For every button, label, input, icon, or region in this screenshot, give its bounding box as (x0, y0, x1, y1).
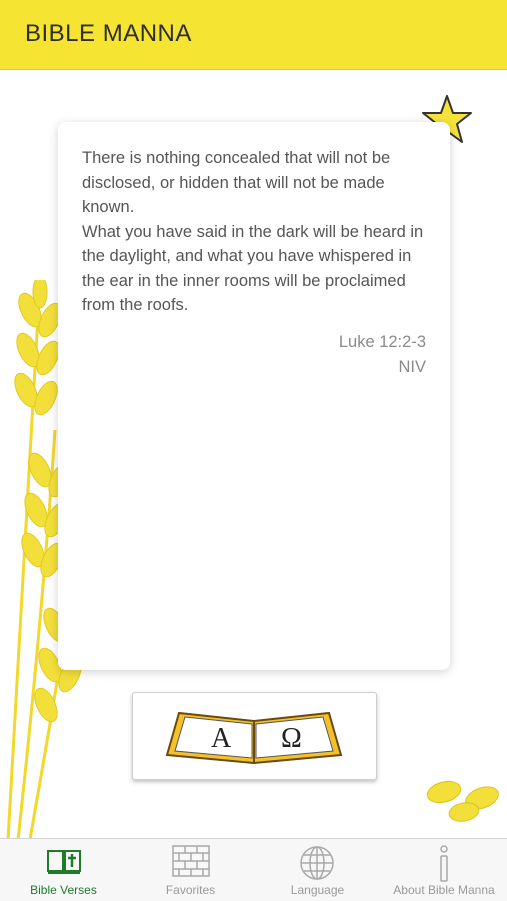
app-header: BIBLE MANNA (0, 0, 507, 70)
tab-bar: Bible Verses Favorites Language About Bi… (0, 838, 507, 901)
tab-label: Bible Verses (30, 883, 97, 897)
tab-label: Favorites (165, 883, 216, 897)
open-bible-icon: A Ω (165, 711, 343, 765)
tab-bible-verses[interactable]: Bible Verses (0, 839, 127, 901)
tab-label: About Bible Manna (393, 883, 495, 897)
app-title: BIBLE MANNA (25, 20, 192, 47)
omega-letter: Ω (281, 723, 302, 754)
tab-favorites[interactable]: Favorites (127, 839, 254, 901)
open-bible-button[interactable]: A Ω (132, 692, 377, 780)
verse-version: NIV (398, 357, 426, 376)
alpha-letter: A (211, 723, 232, 754)
tab-about[interactable]: About Bible Manna (381, 839, 507, 901)
tab-label: Language (290, 883, 345, 897)
seeds-decoration-icon (426, 780, 499, 822)
brick-wall-icon (172, 845, 210, 877)
verse-text: There is nothing concealed that will not… (82, 149, 424, 314)
verse-reference-block: Luke 12:2-3 NIV (339, 330, 426, 379)
verse-card: There is nothing concealed that will not… (58, 122, 450, 670)
info-icon (440, 845, 448, 882)
tab-language[interactable]: Language (254, 839, 381, 901)
verse-reference: Luke 12:2-3 (338, 333, 426, 351)
globe-icon (300, 846, 334, 880)
bible-icon (47, 850, 81, 874)
